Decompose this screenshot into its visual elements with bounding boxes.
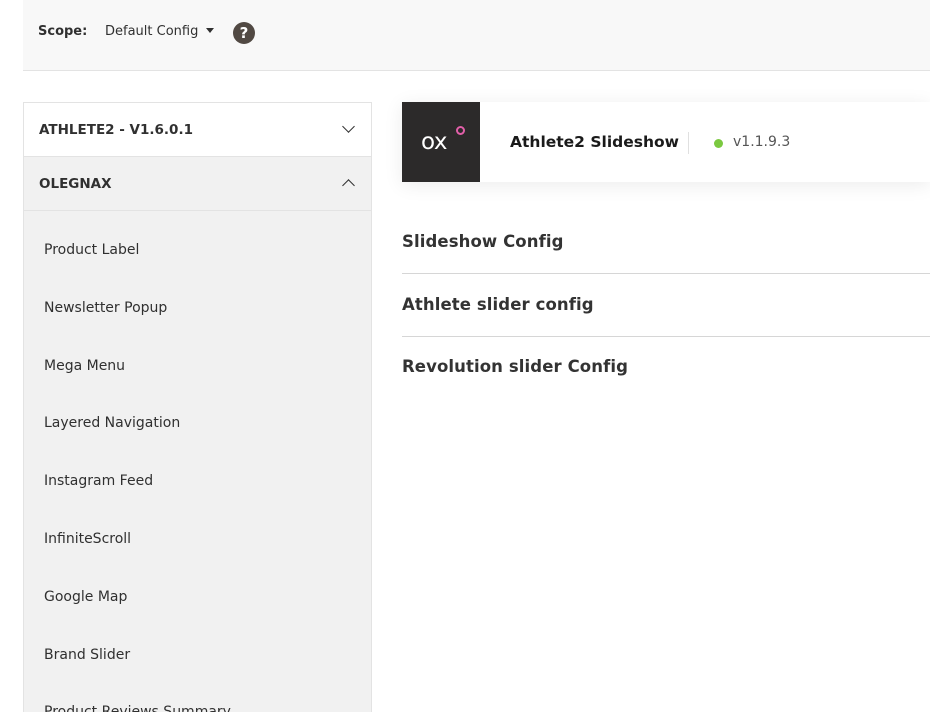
chevron-down-icon bbox=[342, 120, 355, 133]
extension-header: ox Athlete2 Slideshow v1.1.9.3 bbox=[402, 102, 930, 182]
sidebar-item-list: Product Label Newsletter Popup Mega Menu… bbox=[24, 211, 371, 712]
sidebar-item-newsletter-popup[interactable]: Newsletter Popup bbox=[24, 278, 371, 336]
olegnax-logo: ox bbox=[402, 102, 480, 182]
sidebar-item-product-reviews-summary[interactable]: Product Reviews Summary bbox=[24, 682, 371, 712]
section-title: Slideshow Config bbox=[402, 232, 564, 251]
status-dot-icon bbox=[714, 139, 723, 148]
section-divider bbox=[402, 273, 930, 274]
logo-ring-icon bbox=[456, 126, 465, 135]
scope-bar: Scope: Default Config ? bbox=[23, 0, 930, 71]
sidebar-item-google-map[interactable]: Google Map bbox=[24, 567, 371, 625]
sidebar-group-olegnax[interactable]: OLEGNAX bbox=[24, 157, 371, 211]
sidebar-item-instagram-feed[interactable]: Instagram Feed bbox=[24, 451, 371, 509]
sidebar-group-athlete2[interactable]: ATHLETE2 - V1.6.0.1 bbox=[24, 103, 371, 157]
section-title: Athlete slider config bbox=[402, 295, 594, 314]
chevron-up-icon bbox=[342, 179, 355, 192]
header-divider bbox=[688, 132, 689, 154]
scope-switcher[interactable]: Default Config bbox=[105, 24, 215, 39]
sidebar-group-title: ATHLETE2 - V1.6.0.1 bbox=[39, 122, 193, 138]
section-title: Revolution slider Config bbox=[402, 357, 629, 376]
sidebar-group-title: OLEGNAX bbox=[39, 176, 112, 192]
sidebar-item-product-label[interactable]: Product Label bbox=[24, 220, 371, 278]
sidebar-item-layered-navigation[interactable]: Layered Navigation bbox=[24, 393, 371, 451]
section-athlete-slider-config[interactable]: Athlete slider config bbox=[402, 295, 930, 314]
sidebar-item-mega-menu[interactable]: Mega Menu bbox=[24, 336, 371, 394]
section-divider bbox=[402, 336, 930, 337]
section-slideshow-config[interactable]: Slideshow Config bbox=[402, 232, 930, 251]
question-circle-icon[interactable]: ? bbox=[233, 22, 255, 44]
extension-version: v1.1.9.3 bbox=[733, 134, 791, 150]
logo-text: ox bbox=[421, 129, 447, 155]
config-sidebar: ATHLETE2 - V1.6.0.1 OLEGNAX Product Labe… bbox=[23, 102, 372, 712]
scope-selected-value: Default Config bbox=[105, 24, 199, 39]
scope-label: Scope: bbox=[38, 24, 88, 39]
extension-name: Athlete2 Slideshow bbox=[510, 133, 679, 151]
sidebar-item-infinitescroll[interactable]: InfiniteScroll bbox=[24, 509, 371, 567]
caret-down-icon bbox=[206, 28, 215, 33]
section-revolution-slider-config[interactable]: Revolution slider Config bbox=[402, 357, 930, 376]
sidebar-item-brand-slider[interactable]: Brand Slider bbox=[24, 625, 371, 683]
